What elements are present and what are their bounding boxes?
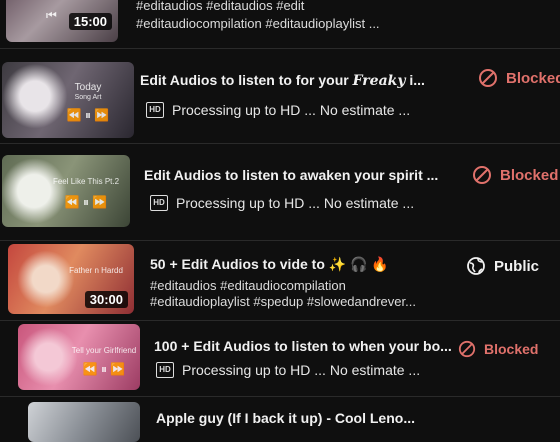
processing-status: HD Processing up to HD ... No estimate .…: [156, 362, 420, 378]
thumbnail-song-subtitle: Song Art: [74, 94, 102, 101]
hd-badge-icon: HD: [156, 362, 174, 378]
visibility-label: Public: [494, 257, 540, 275]
video-title[interactable]: Edit Audios to listen to for your Freaky…: [140, 72, 425, 89]
video-thumbnail[interactable]: Tell your Girlfriend ⏪ ⏸ ⏩: [18, 324, 140, 390]
player-controls-graphic: ⏪ ⏸ ⏩: [82, 362, 126, 376]
video-title[interactable]: 50 + Edit Audios to vide to ✨ 🎧 🔥: [150, 256, 389, 273]
thumbnail-song-title: Today: [74, 82, 102, 93]
video-title[interactable]: Apple guy (If I back it up) - Cool Leno.…: [156, 410, 415, 426]
video-row[interactable]: Feel Like This Pt.2 ⏪ ⏸ ⏩ Edit Audios to…: [0, 143, 560, 241]
hd-badge-icon: HD: [146, 102, 164, 118]
visibility-label: Blocked: [484, 341, 539, 357]
blocked-circle-icon: [479, 69, 497, 87]
video-row[interactable]: Apple guy (If I back it up) - Cool Leno.…: [0, 396, 560, 442]
video-title-text: Edit Audios to listen to for your: [140, 72, 353, 88]
processing-status-text: Processing up to HD ... No estimate ...: [182, 362, 421, 378]
video-thumbnail[interactable]: ⏮ 15:00: [6, 0, 118, 42]
visibility-status[interactable]: Public: [466, 256, 539, 276]
video-row[interactable]: Tell your Girlfriend ⏪ ⏸ ⏩ 100 + Edit Au…: [0, 320, 560, 397]
thumbnail-song-title: Feel Like This Pt.2: [52, 177, 120, 186]
video-description-line-2: #editaudioplaylist #spedup #slowedandrev…: [150, 294, 416, 309]
video-title-stylized-word: Freaky: [352, 73, 406, 89]
visibility-status[interactable]: Blocked: [458, 340, 538, 358]
video-description-line-1: #editaudios #editaudiocompilation: [150, 278, 346, 293]
video-title-ellipsis: i...: [405, 72, 425, 88]
video-row[interactable]: Today Song Art ⏪ ⏸ ⏩ Edit Audios to list…: [0, 50, 560, 144]
video-description-line-2: #editaudiocompilation #editaudioplaylist…: [136, 16, 380, 31]
processing-status: HD Processing up to HD ... No estimate .…: [150, 195, 414, 211]
visibility-label: Blocked: [500, 166, 559, 184]
blocked-circle-icon: [458, 340, 476, 358]
thumbnail-song-title: Father n Hardd: [69, 266, 123, 275]
video-thumbnail[interactable]: Today Song Art ⏪ ⏸ ⏩: [2, 62, 134, 138]
video-thumbnail[interactable]: Father n Hardd 30:00: [8, 244, 134, 314]
globe-icon: [467, 257, 485, 275]
hd-badge-icon: HD: [150, 195, 168, 211]
visibility-status[interactable]: Blocked: [478, 68, 560, 88]
video-duration: 15:00: [68, 13, 112, 30]
blocked-circle-icon: [473, 166, 491, 184]
video-row[interactable]: ⏮ 15:00 #editaudios #editaudios #edit #e…: [0, 0, 560, 49]
video-description-line-1: #editaudios #editaudios #edit: [136, 0, 305, 13]
processing-status: HD Processing up to HD ... No estimate .…: [146, 102, 410, 118]
video-title[interactable]: Edit Audios to listen to awaken your spi…: [144, 167, 438, 183]
processing-status-text: Processing up to HD ... No estimate ...: [176, 195, 415, 211]
processing-status-text: Processing up to HD ... No estimate ...: [172, 102, 411, 118]
thumbnail-art: [18, 324, 140, 390]
video-duration: 30:00: [84, 291, 128, 308]
thumbnail-art: [2, 155, 130, 227]
player-controls-graphic: ⏪ ⏸ ⏩: [64, 195, 108, 209]
player-controls-graphic: ⏪ ⏸ ⏩: [66, 108, 110, 122]
video-thumbnail[interactable]: Feel Like This Pt.2 ⏪ ⏸ ⏩: [2, 155, 130, 227]
thumbnail-song-title: Tell your Girlfriend: [71, 346, 137, 355]
video-title[interactable]: 100 + Edit Audios to listen to when your…: [154, 338, 452, 354]
video-thumbnail[interactable]: [28, 402, 140, 442]
thumbnail-art: [28, 402, 140, 442]
video-row[interactable]: Father n Hardd 30:00 50 + Edit Audios to…: [0, 240, 560, 321]
visibility-status[interactable]: Blocked: [472, 165, 558, 185]
visibility-label: Blocked: [506, 69, 560, 87]
